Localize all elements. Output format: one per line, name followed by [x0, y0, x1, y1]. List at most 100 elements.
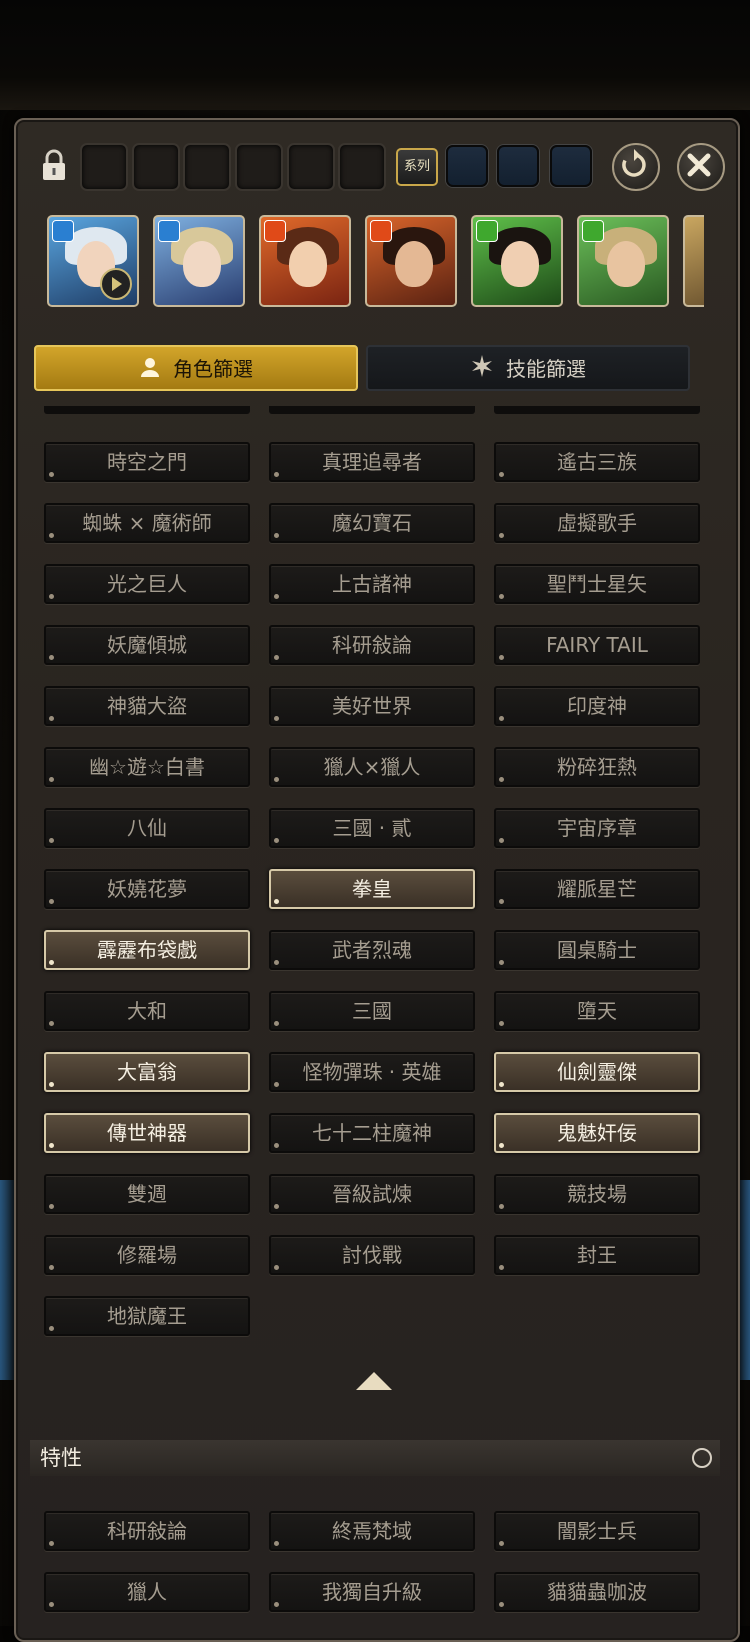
character-portrait-row	[44, 215, 704, 310]
top-dark-area	[0, 0, 750, 110]
collapse-arrow-icon[interactable]	[356, 1372, 392, 1390]
series-filter-button[interactable]: 科研敍論	[269, 625, 475, 665]
series-filter-button[interactable]: 仙劍靈傑	[494, 1052, 700, 1092]
tab-role-filter[interactable]: 角色篩選	[34, 345, 358, 391]
series-filter-button[interactable]: 封王	[494, 1235, 700, 1275]
close-icon[interactable]	[677, 143, 725, 191]
series-filter-label: 貓貓蟲咖波	[547, 1580, 647, 1604]
team-slot-6[interactable]	[338, 143, 386, 191]
lock-icon[interactable]	[40, 148, 68, 182]
corner-dot	[49, 716, 54, 721]
series-filter-button[interactable]: 鬼魅奸佞	[494, 1113, 700, 1153]
series-filter-button[interactable]: 怪物彈珠 · 英雄	[269, 1052, 475, 1092]
series-filter-button[interactable]: 墮天	[494, 991, 700, 1031]
series-filter-button[interactable]: 貓貓蟲咖波	[494, 1572, 700, 1612]
series-slot-1[interactable]	[446, 145, 488, 187]
series-filter-button[interactable]: 美好世界	[269, 686, 475, 726]
series-filter-button[interactable]: 科研敍論	[44, 1511, 250, 1551]
team-slot-3[interactable]	[183, 143, 231, 191]
refresh-icon[interactable]	[612, 143, 660, 191]
corner-dot	[499, 1602, 504, 1607]
series-filter-label: 宇宙序章	[557, 816, 637, 840]
series-filter-label: 遙古三族	[557, 450, 637, 474]
series-filter-button[interactable]: 雙週	[44, 1174, 250, 1214]
character-portrait-1[interactable]	[47, 215, 139, 307]
series-filter-button[interactable]: 真理追尋者	[269, 442, 475, 482]
series-filter-button[interactable]: 遙古三族	[494, 442, 700, 482]
team-slot-4[interactable]	[235, 143, 283, 191]
series-filter-button[interactable]: 上古諸神	[269, 564, 475, 604]
series-filter-button[interactable]: 晉級試煉	[269, 1174, 475, 1214]
character-portrait-6[interactable]	[577, 215, 669, 307]
series-filter-button[interactable]: 武者烈魂	[269, 930, 475, 970]
series-filter-button[interactable]: 獵人	[44, 1572, 250, 1612]
corner-dot	[274, 1265, 279, 1270]
reset-icon[interactable]	[692, 1448, 712, 1468]
series-filter-button[interactable]: 妖魔傾城	[44, 625, 250, 665]
traits-section-title: 特性	[40, 1446, 82, 1470]
series-slot-2[interactable]	[497, 145, 539, 187]
series-filter-button[interactable]: 八仙	[44, 808, 250, 848]
series-filter-button[interactable]: 討伐戰	[269, 1235, 475, 1275]
character-portrait-4[interactable]	[365, 215, 457, 307]
series-filter-button[interactable]: 魔幻寶石	[269, 503, 475, 543]
series-filter-label: 雙週	[127, 1182, 167, 1206]
wood-element-icon	[582, 220, 604, 242]
series-filter-button[interactable]: 聖鬥士星矢	[494, 564, 700, 604]
series-filter-button[interactable]: 時空之門	[44, 442, 250, 482]
series-filter-button[interactable]: 大富翁	[44, 1052, 250, 1092]
corner-dot	[274, 716, 279, 721]
series-filter-button[interactable]: 幽☆遊☆白書	[44, 747, 250, 787]
character-portrait-5[interactable]	[471, 215, 563, 307]
series-filter-button[interactable]: 粉碎狂熱	[494, 747, 700, 787]
series-filter-label: 競技場	[567, 1182, 627, 1206]
series-filter-button[interactable]: 虛擬歌手	[494, 503, 700, 543]
series-filter-label: 妖魔傾城	[107, 633, 187, 657]
series-filter-button[interactable]: 我獨自升級	[269, 1572, 475, 1612]
tab-skill-filter-label: 技能篩選	[506, 357, 586, 381]
series-filter-label: 印度神	[567, 694, 627, 718]
series-filter-button[interactable]: 宇宙序章	[494, 808, 700, 848]
series-filter-button[interactable]: 光之巨人	[44, 564, 250, 604]
series-button[interactable]: 系列	[396, 148, 438, 186]
series-filter-button[interactable]: 獵人×獵人	[269, 747, 475, 787]
series-filter-button[interactable]: 七十二柱魔神	[269, 1113, 475, 1153]
character-portrait-7-partial[interactable]	[683, 215, 704, 307]
series-filter-button[interactable]: 圓桌騎士	[494, 930, 700, 970]
series-filter-button[interactable]: 競技場	[494, 1174, 700, 1214]
water-element-icon	[52, 220, 74, 242]
corner-dot	[49, 1541, 54, 1546]
series-filter-button[interactable]: 傳世神器	[44, 1113, 250, 1153]
series-filter-button[interactable]: 終焉梵域	[269, 1511, 475, 1551]
tab-skill-filter[interactable]: 技能篩選	[366, 345, 690, 391]
series-filter-button[interactable]: 三國	[269, 991, 475, 1031]
series-filter-button[interactable]: 大和	[44, 991, 250, 1031]
team-slot-1[interactable]	[80, 143, 128, 191]
series-filter-button[interactable]: 妖嬈花夢	[44, 869, 250, 909]
corner-dot	[49, 1326, 54, 1331]
team-slot-2[interactable]	[132, 143, 180, 191]
series-filter-button[interactable]: 拳皇	[269, 869, 475, 909]
series-filter-button[interactable]: 闇影士兵	[494, 1511, 700, 1551]
series-filter-button[interactable]: 神貓大盜	[44, 686, 250, 726]
series-filter-button[interactable]: 霹靂布袋戲	[44, 930, 250, 970]
tab-role-filter-label: 角色篩選	[173, 357, 253, 381]
traits-section-header[interactable]: 特性	[30, 1440, 720, 1476]
series-filter-button[interactable]: 地獄魔王	[44, 1296, 250, 1336]
series-filter-button[interactable]: 三國 · 貳	[269, 808, 475, 848]
team-slot-5[interactable]	[287, 143, 335, 191]
character-portrait-3[interactable]	[259, 215, 351, 307]
series-filter-button[interactable]: 印度神	[494, 686, 700, 726]
corner-dot	[499, 472, 504, 477]
series-filter-label: 霹靂布袋戲	[97, 938, 197, 962]
series-filter-button[interactable]: 蜘蛛 × 魔術師	[44, 503, 250, 543]
corner-dot	[499, 1265, 504, 1270]
series-filter-button[interactable]: 修羅場	[44, 1235, 250, 1275]
play-icon[interactable]	[100, 268, 132, 300]
character-portrait-2[interactable]	[153, 215, 245, 307]
series-filter-button[interactable]: FAIRY TAIL	[494, 625, 700, 665]
corner-dot	[274, 655, 279, 660]
corner-dot	[499, 899, 504, 904]
series-slot-3[interactable]	[550, 145, 592, 187]
series-filter-button[interactable]: 耀脈星芒	[494, 869, 700, 909]
